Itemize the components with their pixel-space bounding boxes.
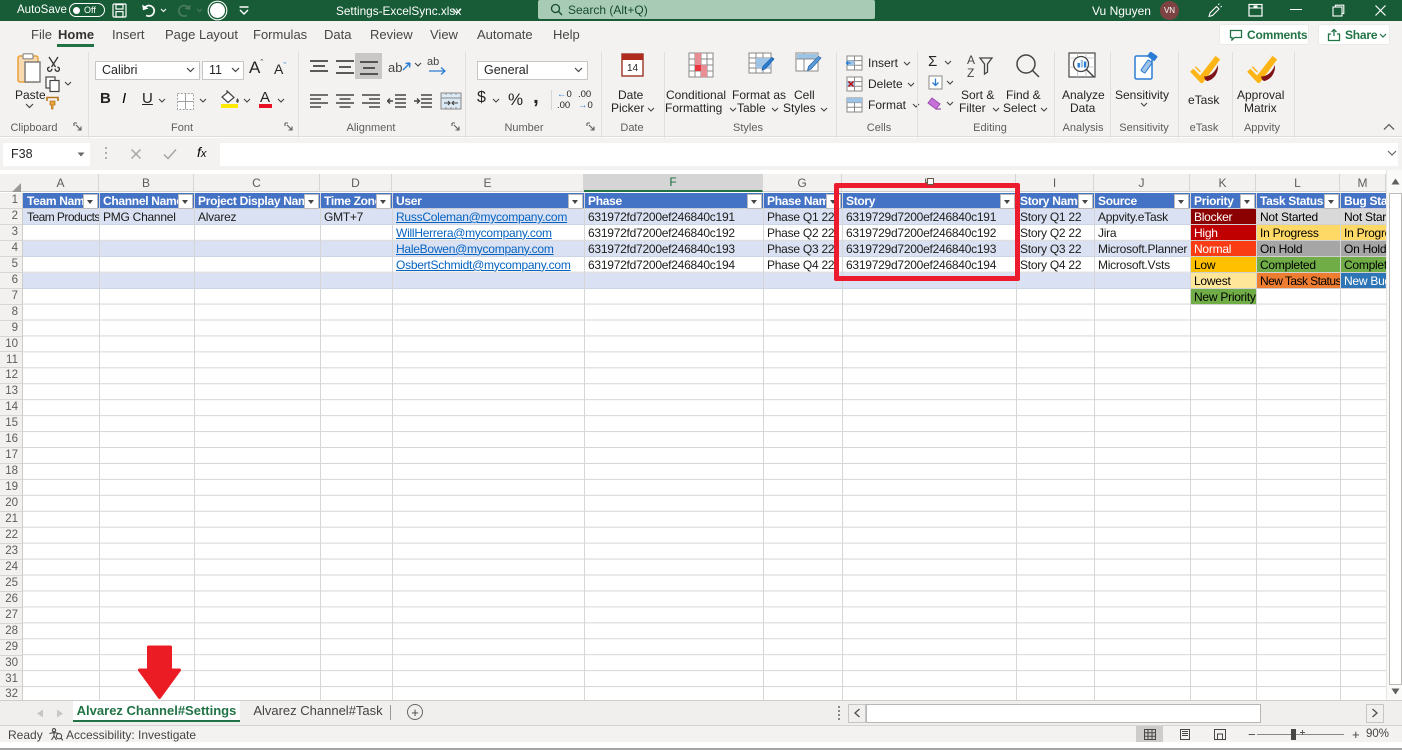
svg-text:14: 14 (627, 63, 639, 74)
svg-text:ab: ab (427, 56, 439, 68)
svg-text:A: A (967, 53, 975, 67)
svg-text:ab: ab (388, 60, 402, 75)
svg-text:Z: Z (967, 66, 974, 80)
